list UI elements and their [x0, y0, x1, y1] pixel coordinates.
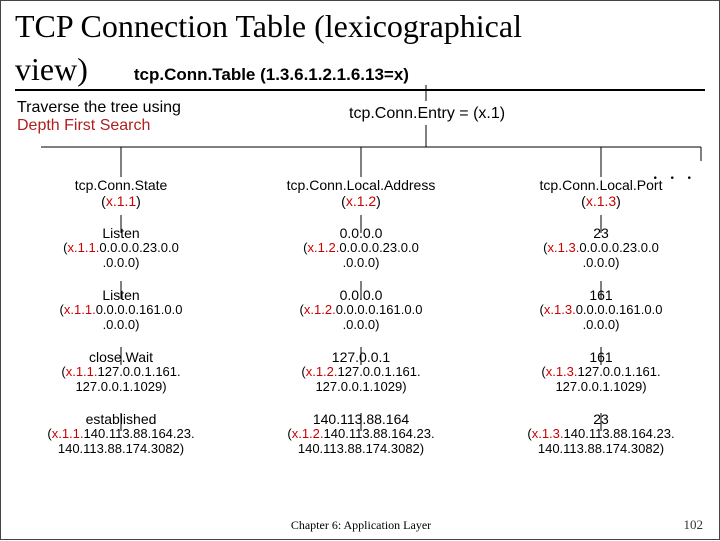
- slide-title-line2-prefix: view): [15, 51, 88, 87]
- column-head-oid: (x.1.2): [241, 193, 481, 209]
- node-oid: (x.1.3.140.113.88.164.23.: [481, 427, 720, 442]
- tree-node: Listen(x.1.1.0.0.0.0.161.0.0.0.0.0): [1, 287, 241, 333]
- node-oid-red: x.1.1.: [52, 426, 84, 441]
- node-value: 0.0.0.0: [241, 287, 481, 303]
- node-oid-red: x.1.1.: [64, 302, 96, 317]
- node-oid-cont: 140.113.88.174.3082): [481, 442, 720, 457]
- column-2: tcp.Conn.Local.Port(x.1.3)23(x.1.3.0.0.0…: [481, 177, 720, 457]
- footer-text: Chapter 6: Application Layer: [1, 518, 720, 533]
- node-oid: (x.1.1.0.0.0.0.161.0.0: [1, 303, 241, 318]
- node-oid-cont: .0.0.0): [1, 256, 241, 271]
- node-oid-red: x.1.2.: [308, 240, 340, 255]
- node-value: Listen: [1, 225, 241, 241]
- node-oid: (x.1.2.140.113.88.164.23.: [241, 427, 481, 442]
- node-oid-red: x.1.1.: [66, 364, 98, 379]
- node-oid: (x.1.2.127.0.0.1.161.: [241, 365, 481, 380]
- node-oid-cont: .0.0.0): [241, 318, 481, 333]
- traverse-note: Traverse the tree using Depth First Sear…: [17, 99, 181, 136]
- tree-node: 161(x.1.3.0.0.0.0.161.0.0.0.0.0): [481, 287, 720, 333]
- column-1: tcp.Conn.Local.Address(x.1.2)0.0.0.0(x.1…: [241, 177, 481, 457]
- node-oid-red: x.1.1.: [68, 240, 100, 255]
- node-value: close.Wait: [1, 349, 241, 365]
- slide-title-line1: TCP Connection Table (lexicographical: [1, 1, 719, 44]
- node-oid-cont: .0.0.0): [481, 318, 720, 333]
- node-value: Listen: [1, 287, 241, 303]
- node-oid: (x.1.1.127.0.0.1.161.: [1, 365, 241, 380]
- node-oid-red: x.1.3.: [548, 240, 580, 255]
- column-head-name: tcp.Conn.Local.Address: [241, 177, 481, 193]
- node-oid-cont: .0.0.0): [481, 256, 720, 271]
- tree-node: 23(x.1.3.0.0.0.0.23.0.0.0.0.0): [481, 225, 720, 271]
- node-oid-cont: .0.0.0): [241, 256, 481, 271]
- node-oid-cont: 127.0.0.1.1029): [1, 380, 241, 395]
- table-oid-label: tcp.Conn.Table (1.3.6.1.2.1.6.13=x): [96, 65, 409, 84]
- node-value: 0.0.0.0: [241, 225, 481, 241]
- node-value: 161: [481, 349, 720, 365]
- tree-node: 161(x.1.3.127.0.0.1.161.127.0.0.1.1029): [481, 349, 720, 395]
- node-oid: (x.1.2.0.0.0.0.161.0.0: [241, 303, 481, 318]
- column-header: tcp.Conn.Local.Address(x.1.2): [241, 177, 481, 209]
- conn-entry-label: tcp.Conn.Entry = (x.1): [349, 105, 505, 123]
- traverse-line1: Traverse the tree using: [17, 99, 181, 117]
- node-oid: (x.1.2.0.0.0.0.23.0.0: [241, 241, 481, 256]
- title-divider: [15, 89, 705, 91]
- slide: TCP Connection Table (lexicographical vi…: [0, 0, 720, 540]
- column-0: tcp.Conn.State(x.1.1)Listen(x.1.1.0.0.0.…: [1, 177, 241, 457]
- column-head-oid-red: x.1.3: [586, 193, 616, 209]
- node-oid-red: x.1.2.: [304, 302, 336, 317]
- node-oid-red: x.1.3.: [546, 364, 578, 379]
- column-head-name: tcp.Conn.Local.Port: [481, 177, 720, 193]
- tree-node: 23(x.1.3.140.113.88.164.23.140.113.88.17…: [481, 411, 720, 457]
- node-oid: (x.1.3.0.0.0.0.161.0.0: [481, 303, 720, 318]
- tree-node: close.Wait(x.1.1.127.0.0.1.161.127.0.0.1…: [1, 349, 241, 395]
- traverse-line2-dfs: Depth First Search: [17, 117, 181, 135]
- node-value: established: [1, 411, 241, 427]
- node-oid-cont: 140.113.88.174.3082): [1, 442, 241, 457]
- node-oid: (x.1.3.0.0.0.0.23.0.0: [481, 241, 720, 256]
- node-oid-cont: 127.0.0.1.1029): [481, 380, 720, 395]
- column-head-oid: (x.1.1): [1, 193, 241, 209]
- node-oid-cont: 127.0.0.1.1029): [241, 380, 481, 395]
- node-oid: (x.1.3.127.0.0.1.161.: [481, 365, 720, 380]
- node-oid: (x.1.1.0.0.0.0.23.0.0: [1, 241, 241, 256]
- column-head-oid: (x.1.3): [481, 193, 720, 209]
- tree-node: Listen(x.1.1.0.0.0.0.23.0.0.0.0.0): [1, 225, 241, 271]
- columns-container: tcp.Conn.State(x.1.1)Listen(x.1.1.0.0.0.…: [1, 177, 720, 457]
- tree-node: 0.0.0.0(x.1.2.0.0.0.0.161.0.0.0.0.0): [241, 287, 481, 333]
- node-oid-red: x.1.3.: [544, 302, 576, 317]
- node-oid-red: x.1.3.: [532, 426, 564, 441]
- node-oid-red: x.1.2.: [306, 364, 338, 379]
- node-oid-cont: 140.113.88.174.3082): [241, 442, 481, 457]
- column-head-name: tcp.Conn.State: [1, 177, 241, 193]
- node-value: 127.0.0.1: [241, 349, 481, 365]
- node-value: 140.113.88.164: [241, 411, 481, 427]
- column-head-oid-red: x.1.1: [106, 193, 136, 209]
- slide-title-line2: view) tcp.Conn.Table (1.3.6.1.2.1.6.13=x…: [1, 44, 719, 87]
- tree-node: 140.113.88.164(x.1.2.140.113.88.164.23.1…: [241, 411, 481, 457]
- tree-node: established(x.1.1.140.113.88.164.23.140.…: [1, 411, 241, 457]
- node-oid: (x.1.1.140.113.88.164.23.: [1, 427, 241, 442]
- column-head-oid-red: x.1.2: [346, 193, 376, 209]
- column-header: tcp.Conn.Local.Port(x.1.3): [481, 177, 720, 209]
- node-oid-cont: .0.0.0): [1, 318, 241, 333]
- node-value: 23: [481, 411, 720, 427]
- tree-node: 0.0.0.0(x.1.2.0.0.0.0.23.0.0.0.0.0): [241, 225, 481, 271]
- node-oid-red: x.1.2.: [292, 426, 324, 441]
- node-value: 161: [481, 287, 720, 303]
- page-number: 102: [684, 517, 704, 533]
- node-value: 23: [481, 225, 720, 241]
- column-header: tcp.Conn.State(x.1.1): [1, 177, 241, 209]
- tree-node: 127.0.0.1(x.1.2.127.0.0.1.161.127.0.0.1.…: [241, 349, 481, 395]
